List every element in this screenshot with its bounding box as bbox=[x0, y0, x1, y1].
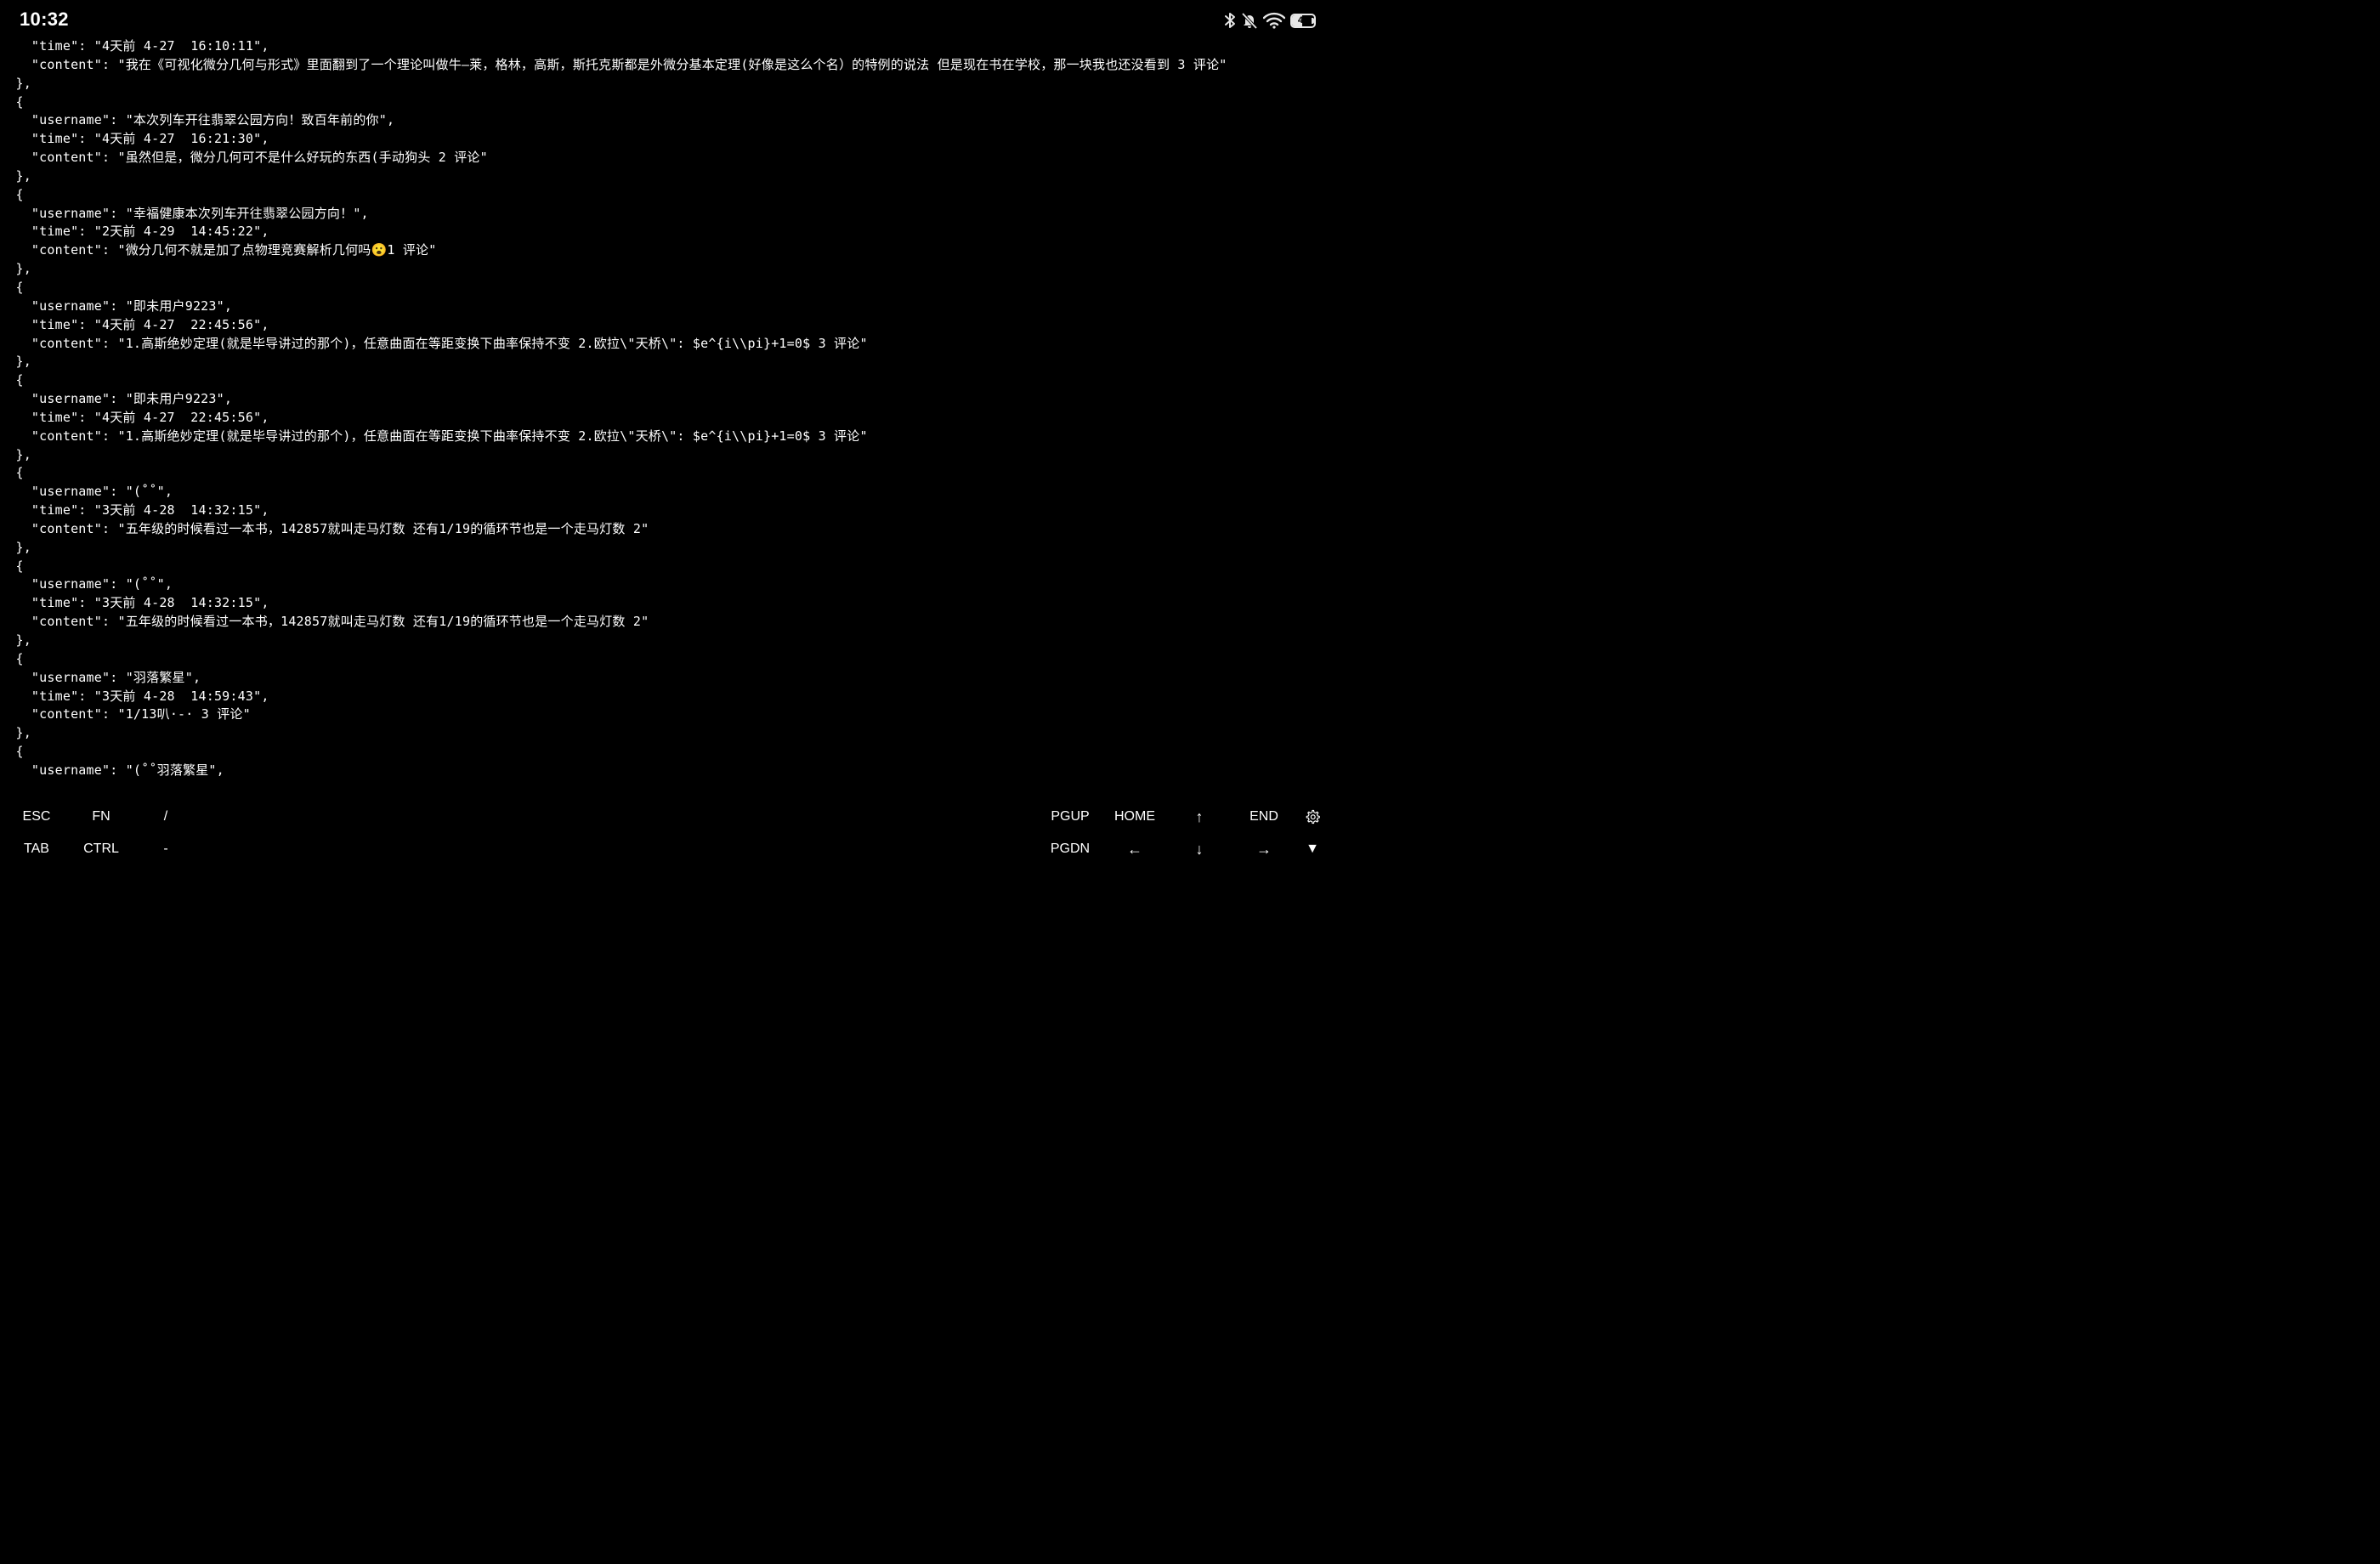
terminal-line: "time": "4天前 4-27 16:10:11", bbox=[0, 38, 269, 54]
terminal-line: { bbox=[0, 465, 24, 481]
terminal-line: }, bbox=[0, 75, 31, 91]
terminal-output[interactable]: "time": "4天前 4-27 16:10:11", "content": … bbox=[0, 37, 1333, 804]
battery-icon: 47 bbox=[1290, 13, 1316, 28]
terminal-line: "content": "1/13叭·-· 3 评论" bbox=[0, 706, 251, 722]
key-slash[interactable]: / bbox=[136, 804, 196, 830]
terminal-line: { bbox=[0, 372, 24, 388]
terminal-line: }, bbox=[0, 632, 31, 648]
terminal-line: }, bbox=[0, 167, 31, 184]
terminal-line: "time": "4天前 4-27 22:45:56", bbox=[0, 409, 269, 425]
terminal-line: { bbox=[0, 94, 24, 110]
battery-level: 47 bbox=[1297, 14, 1309, 26]
wifi-icon bbox=[1263, 12, 1285, 29]
key-end[interactable]: END bbox=[1234, 804, 1294, 830]
terminal-line: "content": "五年级的时候看过一本书，142857就叫走马灯数 还有1… bbox=[0, 520, 649, 536]
extra-keys-bar: ESC FN / PGUP HOME ↑ END TAB CTRL - PGDN… bbox=[0, 804, 1333, 876]
terminal-line: "content": "1.高斯绝妙定理(就是毕导讲过的那个)，任意曲面在等距变… bbox=[0, 428, 868, 444]
key-minus[interactable]: - bbox=[136, 836, 196, 862]
collapse-keys-button[interactable]: ▼ bbox=[1297, 836, 1328, 862]
terminal-line: { bbox=[0, 744, 24, 760]
terminal-line: "content": "五年级的时候看过一本书，142857就叫走马灯数 还有1… bbox=[0, 614, 649, 630]
key-fn[interactable]: FN bbox=[71, 804, 131, 830]
terminal-line: "content": "虽然但是，微分几何可不是什么好玩的东西(手动狗头 2 评… bbox=[0, 150, 488, 166]
terminal-line: }, bbox=[0, 539, 31, 555]
status-icons: 47 bbox=[1224, 10, 1316, 31]
terminal-line: }, bbox=[0, 354, 31, 370]
battery-body: 47 bbox=[1290, 13, 1316, 28]
terminal-line: "username": "羽落繁星", bbox=[0, 669, 201, 685]
key-arrow-down[interactable]: ↓ bbox=[1170, 836, 1229, 862]
key-esc[interactable]: ESC bbox=[7, 804, 66, 830]
key-arrow-left[interactable]: ← bbox=[1105, 836, 1164, 862]
terminal-line: "username": "(˚˚", bbox=[0, 484, 173, 500]
settings-button[interactable] bbox=[1297, 804, 1328, 830]
terminal-line: "username": "幸福健康本次列车开往翡翠公园方向！", bbox=[0, 205, 369, 221]
terminal-line: "time": "2天前 4-29 14:45:22", bbox=[0, 224, 269, 240]
terminal-line: "content": "微分几何不就是加了点物理竞赛解析几何吗😮1 评论" bbox=[0, 242, 437, 258]
terminal-line: "username": "本次列车开往翡翠公园方向！致百年前的你", bbox=[0, 112, 395, 128]
terminal-line: "username": "(˚˚", bbox=[0, 576, 173, 592]
gear-icon bbox=[1305, 809, 1320, 824]
terminal-line: "time": "3天前 4-28 14:32:15", bbox=[0, 595, 269, 611]
terminal-line: { bbox=[0, 650, 24, 666]
terminal-line: "content": "1.高斯绝妙定理(就是毕导讲过的那个)，任意曲面在等距变… bbox=[0, 335, 868, 351]
terminal-line: }, bbox=[0, 446, 31, 462]
terminal-line: { bbox=[0, 279, 24, 295]
terminal-line: "username": "即未用户9223", bbox=[0, 391, 233, 407]
status-bar: 10:32 47 bbox=[0, 0, 1333, 39]
key-home[interactable]: HOME bbox=[1105, 804, 1164, 830]
bluetooth-icon bbox=[1224, 12, 1236, 29]
key-pgdn[interactable]: PGDN bbox=[1040, 836, 1100, 862]
key-tab[interactable]: TAB bbox=[7, 836, 66, 862]
terminal-line: { bbox=[0, 558, 24, 574]
terminal-line: { bbox=[0, 186, 24, 202]
terminal-line: "username": "即未用户9223", bbox=[0, 298, 233, 314]
bell-muted-icon bbox=[1241, 12, 1258, 29]
terminal-line: "time": "3天前 4-28 14:32:15", bbox=[0, 502, 269, 518]
key-arrow-up[interactable]: ↑ bbox=[1170, 804, 1229, 830]
terminal-line: "content": "我在《可视化微分几何与形式》里面翻到了一个理论叫做牛—莱… bbox=[0, 56, 1227, 72]
terminal-line: "time": "4天前 4-27 22:45:56", bbox=[0, 316, 269, 332]
terminal-line: "time": "3天前 4-28 14:59:43", bbox=[0, 688, 269, 704]
terminal-line: }, bbox=[0, 261, 31, 277]
key-arrow-right[interactable]: → bbox=[1234, 836, 1294, 862]
key-pgup[interactable]: PGUP bbox=[1040, 804, 1100, 830]
status-time: 10:32 bbox=[20, 8, 69, 30]
key-ctrl[interactable]: CTRL bbox=[71, 836, 131, 862]
terminal-line: "username": "(˚˚羽落繁星", bbox=[0, 762, 224, 778]
terminal-line: }, bbox=[0, 725, 31, 741]
terminal-line: "time": "4天前 4-27 16:21:30", bbox=[0, 131, 269, 147]
